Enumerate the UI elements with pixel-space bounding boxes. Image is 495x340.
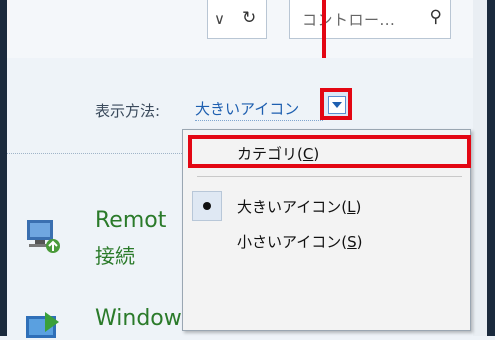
windows-update-icon[interactable] [23,308,63,340]
bullet-icon [203,202,211,210]
menu-item-small-icons[interactable]: 小さいアイコン(S) [237,231,363,252]
window-frame-left [0,0,7,336]
menu-item-large-icons-label: 大きいアイコン [237,198,342,216]
view-by-label: 表示方法: [95,102,161,120]
chevron-down-icon [332,102,342,108]
menu-item-large-icons[interactable]: 大きいアイコン(L) [237,196,361,217]
highlight-box [188,135,471,168]
menu-item-category-label: カテゴリ [237,145,298,163]
view-by-menu: カテゴリ(C) 大きいアイコン(L) 小さいアイコン(S) [182,129,471,331]
toolbar: ∨ ↻ コントロー... ⚲ [7,0,473,59]
scrollbar-track[interactable] [472,0,487,336]
menu-item-category[interactable]: カテゴリ(C) [237,143,319,164]
refresh-icon[interactable]: ↻ [242,8,256,28]
control-panel-content: 表示方法: 大きいアイコン Remot 接続 Windows Update カテ… [7,58,473,338]
search-input[interactable]: コントロー... ⚲ [289,0,451,39]
menu-item-category-accel: C [302,145,314,163]
chevron-down-icon[interactable]: ∨ [214,10,225,28]
view-by-select[interactable]: 大きいアイコン [195,98,323,121]
menu-item-small-icons-label: 小さいアイコン [237,233,342,251]
menu-separator [197,176,462,177]
remote-item-title[interactable]: Remot [95,208,166,233]
address-bar-end: ∨ ↻ [207,0,267,39]
view-by-dropdown-button[interactable] [320,88,352,120]
section-divider [7,153,182,154]
dropdown-button-face[interactable] [328,96,346,114]
menu-item-large-icons-accel: L [347,198,356,216]
remote-connection-icon[interactable] [23,216,63,254]
window-frame-right [487,0,495,336]
menu-item-small-icons-accel: S [347,233,357,251]
remote-item-subtitle[interactable]: 接続 [95,240,135,269]
selected-indicator [192,191,222,221]
search-icon[interactable]: ⚲ [430,7,442,27]
search-placeholder: コントロー... [302,11,396,29]
